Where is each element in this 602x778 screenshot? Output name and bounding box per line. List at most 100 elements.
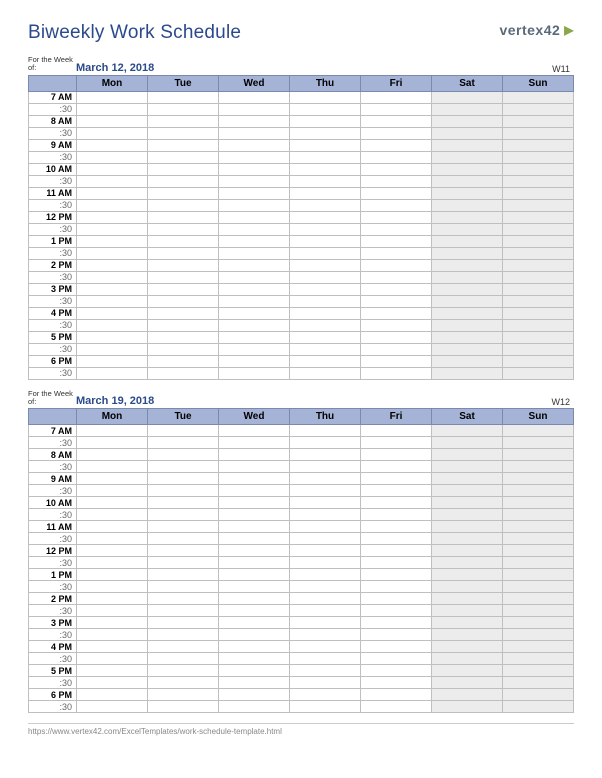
schedule-cell	[77, 115, 148, 127]
schedule-cell	[148, 557, 219, 569]
schedule-cell	[219, 701, 290, 713]
schedule-cell	[432, 259, 503, 271]
schedule-cell	[503, 187, 574, 199]
time-hour-label: 11 AM	[29, 187, 77, 199]
schedule-cell	[432, 629, 503, 641]
week-of-label: For the Week of:	[28, 56, 76, 74]
schedule-cell	[219, 259, 290, 271]
schedule-cell	[219, 247, 290, 259]
schedule-cell	[148, 295, 219, 307]
schedule-cell	[432, 223, 503, 235]
schedule-cell	[503, 175, 574, 187]
time-hour-label: 9 AM	[29, 473, 77, 485]
schedule-cell	[290, 521, 361, 533]
time-half-label: :30	[29, 151, 77, 163]
time-hour-label: 1 PM	[29, 235, 77, 247]
time-half-label: :30	[29, 437, 77, 449]
schedule-cell	[503, 235, 574, 247]
time-hour-label: 3 PM	[29, 283, 77, 295]
schedule-cell	[361, 641, 432, 653]
schedule-cell	[361, 497, 432, 509]
schedule-cell	[219, 151, 290, 163]
schedule-cell	[219, 355, 290, 367]
time-hour-label: 6 PM	[29, 355, 77, 367]
time-half-label: :30	[29, 701, 77, 713]
schedule-cell	[148, 665, 219, 677]
schedule-cell	[290, 91, 361, 103]
time-hour-label: 8 AM	[29, 449, 77, 461]
schedule-cell	[432, 437, 503, 449]
schedule-cell	[503, 223, 574, 235]
schedule-cell	[290, 343, 361, 355]
schedule-cell	[432, 355, 503, 367]
time-half-label: :30	[29, 367, 77, 379]
schedule-cell	[432, 103, 503, 115]
schedule-cell	[290, 115, 361, 127]
page-title: Biweekly Work Schedule	[28, 22, 241, 44]
schedule-cell	[148, 521, 219, 533]
schedule-cell	[290, 295, 361, 307]
time-half-label: :30	[29, 271, 77, 283]
schedule-cell	[503, 629, 574, 641]
schedule-cell	[219, 473, 290, 485]
schedule-cell	[503, 319, 574, 331]
schedule-cell	[77, 449, 148, 461]
day-header: Mon	[77, 409, 148, 425]
schedule-cell	[219, 617, 290, 629]
schedule-cell	[503, 653, 574, 665]
schedule-cell	[290, 701, 361, 713]
schedule-cell	[503, 641, 574, 653]
schedule-cell	[290, 629, 361, 641]
schedule-cell	[219, 115, 290, 127]
schedule-cell	[432, 509, 503, 521]
schedule-cell	[219, 223, 290, 235]
schedule-cell	[77, 319, 148, 331]
schedule-cell	[148, 283, 219, 295]
week-number: W11	[552, 64, 574, 74]
week-block: For the Week of:March 19, 2018W12MonTueW…	[28, 390, 574, 714]
schedule-cell	[290, 331, 361, 343]
time-hour-label: 9 AM	[29, 139, 77, 151]
schedule-cell	[432, 271, 503, 283]
schedule-cell	[290, 449, 361, 461]
schedule-cell	[503, 283, 574, 295]
schedule-cell	[219, 665, 290, 677]
schedule-cell	[219, 437, 290, 449]
schedule-cell	[432, 449, 503, 461]
schedule-cell	[77, 91, 148, 103]
brand-logo-text: vertex42	[499, 22, 560, 38]
schedule-cell	[361, 283, 432, 295]
schedule-cell	[361, 343, 432, 355]
schedule-cell	[432, 665, 503, 677]
schedule-cell	[77, 271, 148, 283]
day-header: Wed	[219, 75, 290, 91]
schedule-cell	[432, 497, 503, 509]
schedule-cell	[361, 331, 432, 343]
schedule-cell	[219, 425, 290, 437]
schedule-cell	[432, 247, 503, 259]
schedule-cell	[77, 343, 148, 355]
schedule-cell	[361, 91, 432, 103]
day-header: Sat	[432, 75, 503, 91]
schedule-cell	[361, 605, 432, 617]
schedule-cell	[148, 235, 219, 247]
schedule-cell	[148, 175, 219, 187]
schedule-cell	[361, 569, 432, 581]
schedule-cell	[219, 103, 290, 115]
schedule-cell	[219, 319, 290, 331]
time-half-label: :30	[29, 319, 77, 331]
schedule-cell	[77, 139, 148, 151]
schedule-cell	[77, 677, 148, 689]
schedule-cell	[219, 461, 290, 473]
schedule-cell	[503, 163, 574, 175]
schedule-cell	[77, 187, 148, 199]
day-header: Sun	[503, 409, 574, 425]
schedule-cell	[432, 581, 503, 593]
schedule-cell	[219, 127, 290, 139]
time-hour-label: 12 PM	[29, 545, 77, 557]
schedule-cell	[77, 283, 148, 295]
schedule-cell	[290, 437, 361, 449]
schedule-cell	[148, 151, 219, 163]
time-hour-label: 2 PM	[29, 259, 77, 271]
schedule-cell	[361, 223, 432, 235]
